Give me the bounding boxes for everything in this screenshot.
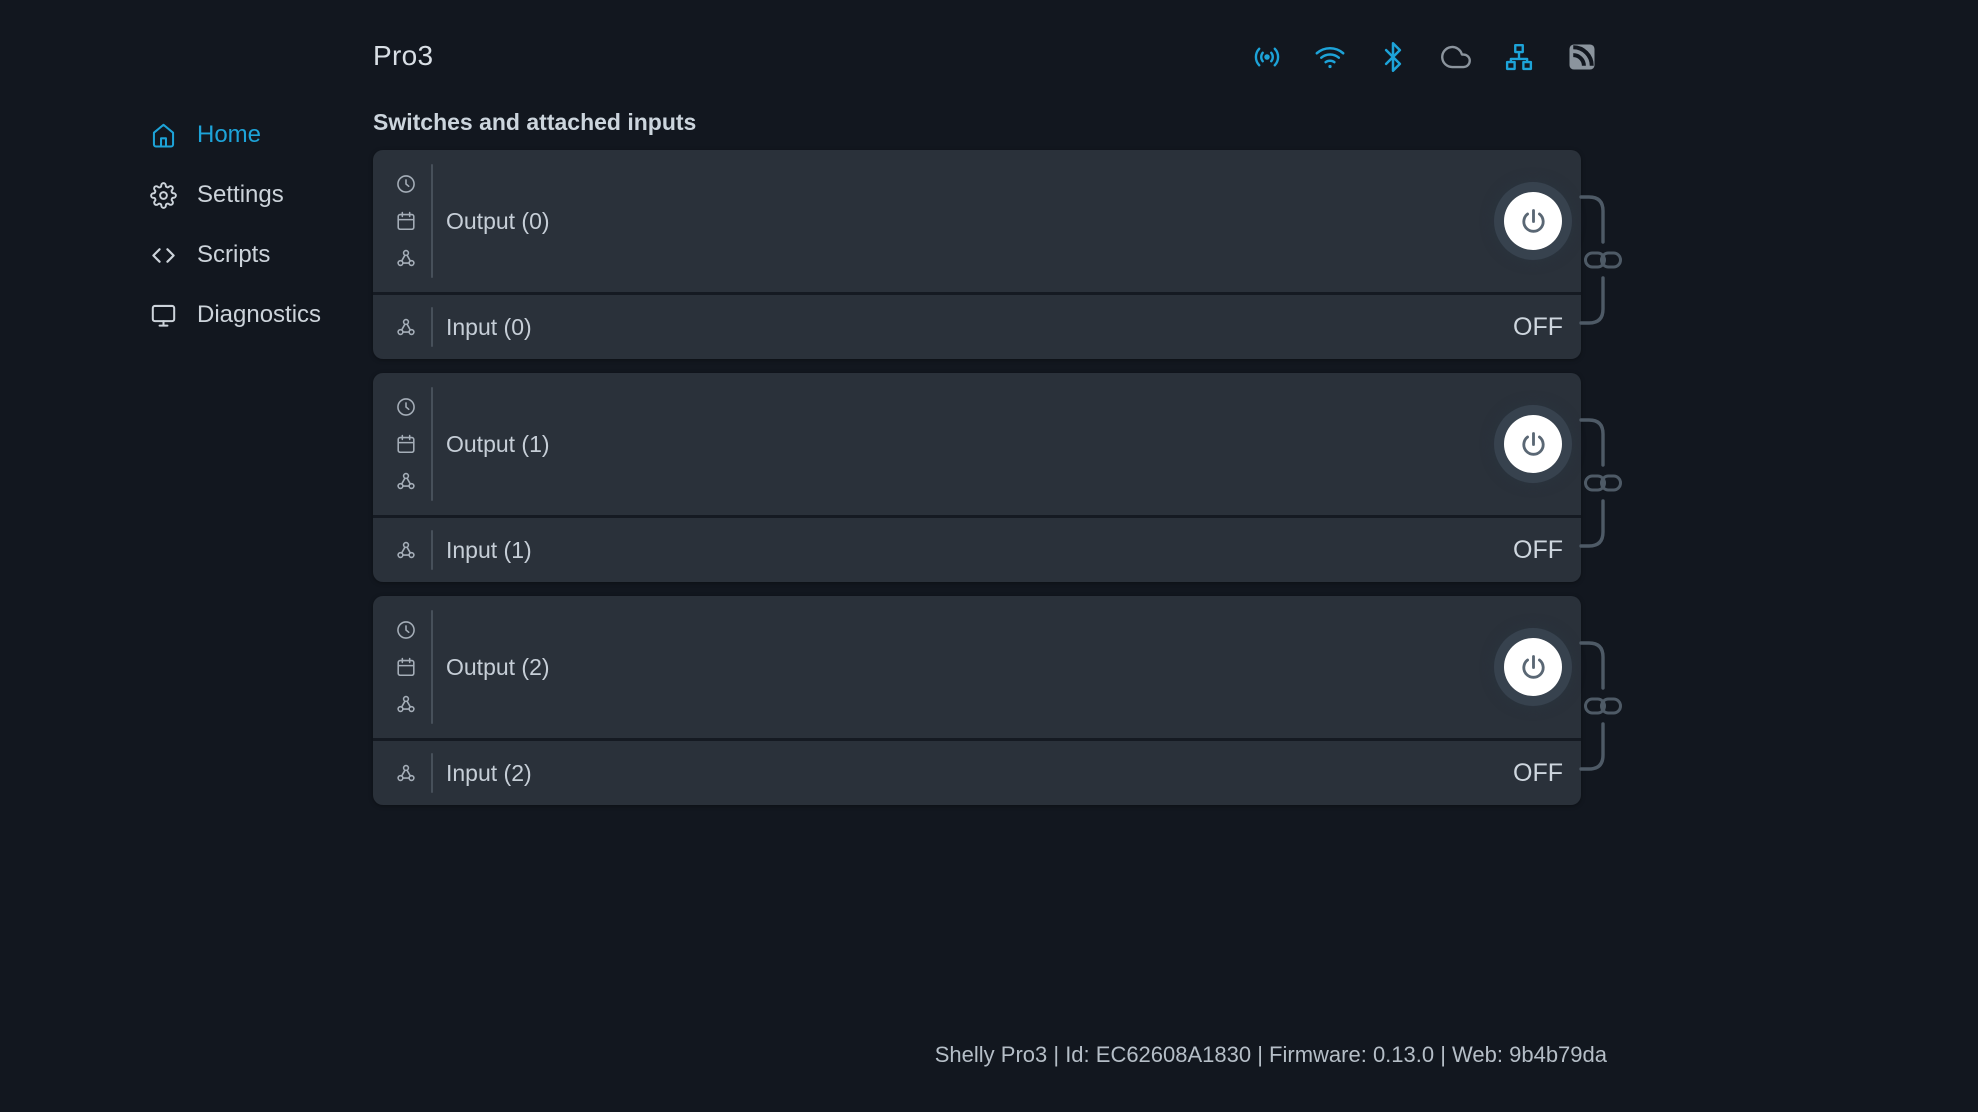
page-title: Pro3 (373, 40, 433, 72)
schedule-icon (395, 210, 417, 232)
link-icon (1586, 476, 1605, 490)
output-row[interactable]: Output (1) (373, 373, 1581, 515)
divider (431, 753, 433, 793)
sidebar-item-home[interactable]: Home (150, 117, 321, 153)
power-toggle-button[interactable] (1504, 415, 1562, 473)
schedule-icon (395, 656, 417, 678)
output-row[interactable]: Output (0) (373, 150, 1581, 292)
home-icon (150, 122, 177, 149)
output-feature-icons (393, 396, 419, 492)
output-feature-icons (393, 173, 419, 269)
ethernet-icon (1504, 42, 1534, 72)
divider (431, 387, 433, 501)
timer-icon (395, 619, 417, 641)
input-row[interactable]: Input (0) OFF (373, 295, 1581, 359)
sidebar-item-settings[interactable]: Settings (150, 177, 321, 213)
power-icon (1518, 206, 1549, 237)
status-icon-row (1252, 42, 1597, 72)
link-icon (1586, 253, 1605, 267)
divider (431, 530, 433, 570)
link-icon (1602, 476, 1621, 490)
io-link-bracket (1581, 636, 1631, 776)
code-icon (150, 242, 177, 269)
main-content: Switches and attached inputs Output (0) … (373, 109, 1581, 819)
device-info-footer: Shelly Pro3 | Id: EC62608A1830 | Firmwar… (935, 1042, 1607, 1068)
sidebar-label: Settings (197, 181, 284, 209)
divider (431, 164, 433, 278)
monitor-icon (150, 302, 177, 329)
switch-card-0: Output (0) Input (0) OFF (373, 150, 1581, 359)
sidebar-label: Home (197, 121, 261, 149)
io-link-bracket (1581, 413, 1631, 553)
input-row[interactable]: Input (1) OFF (373, 518, 1581, 582)
power-toggle-button[interactable] (1504, 638, 1562, 696)
output-label: Output (0) (446, 208, 550, 235)
io-link-bracket (1581, 190, 1631, 330)
sidebar: Home Settings Scripts Diagnostics (150, 117, 321, 333)
input-label: Input (1) (446, 537, 532, 564)
input-state: OFF (1513, 313, 1563, 342)
input-label: Input (0) (446, 314, 532, 341)
webhook-icon (393, 316, 419, 338)
power-icon (1518, 429, 1549, 460)
wifi-icon (1315, 42, 1345, 72)
schedule-icon (395, 433, 417, 455)
power-icon (1518, 652, 1549, 683)
webhook-icon (395, 470, 417, 492)
webhook-icon (393, 762, 419, 784)
mqtt-feed-icon (1567, 42, 1597, 72)
divider (431, 610, 433, 724)
sidebar-item-scripts[interactable]: Scripts (150, 237, 321, 273)
link-icon (1586, 699, 1605, 713)
bluetooth-icon (1378, 42, 1408, 72)
output-feature-icons (393, 619, 419, 715)
link-icon (1602, 699, 1621, 713)
webhook-icon (395, 693, 417, 715)
sidebar-item-diagnostics[interactable]: Diagnostics (150, 297, 321, 333)
cloud-icon (1441, 42, 1471, 72)
switch-card-2: Output (2) Input (2) OFF (373, 596, 1581, 805)
link-icon (1602, 253, 1621, 267)
power-toggle-button[interactable] (1504, 192, 1562, 250)
divider (431, 307, 433, 347)
sidebar-label: Diagnostics (197, 301, 321, 329)
input-row[interactable]: Input (2) OFF (373, 741, 1581, 805)
access-point-icon (1252, 42, 1282, 72)
output-label: Output (1) (446, 431, 550, 458)
input-state: OFF (1513, 536, 1563, 565)
input-state: OFF (1513, 759, 1563, 788)
gear-icon (150, 182, 177, 209)
section-title: Switches and attached inputs (373, 109, 1581, 136)
switch-card-1: Output (1) Input (1) OFF (373, 373, 1581, 582)
webhook-icon (395, 247, 417, 269)
output-label: Output (2) (446, 654, 550, 681)
timer-icon (395, 396, 417, 418)
output-row[interactable]: Output (2) (373, 596, 1581, 738)
sidebar-label: Scripts (197, 241, 270, 269)
input-label: Input (2) (446, 760, 532, 787)
timer-icon (395, 173, 417, 195)
webhook-icon (393, 539, 419, 561)
